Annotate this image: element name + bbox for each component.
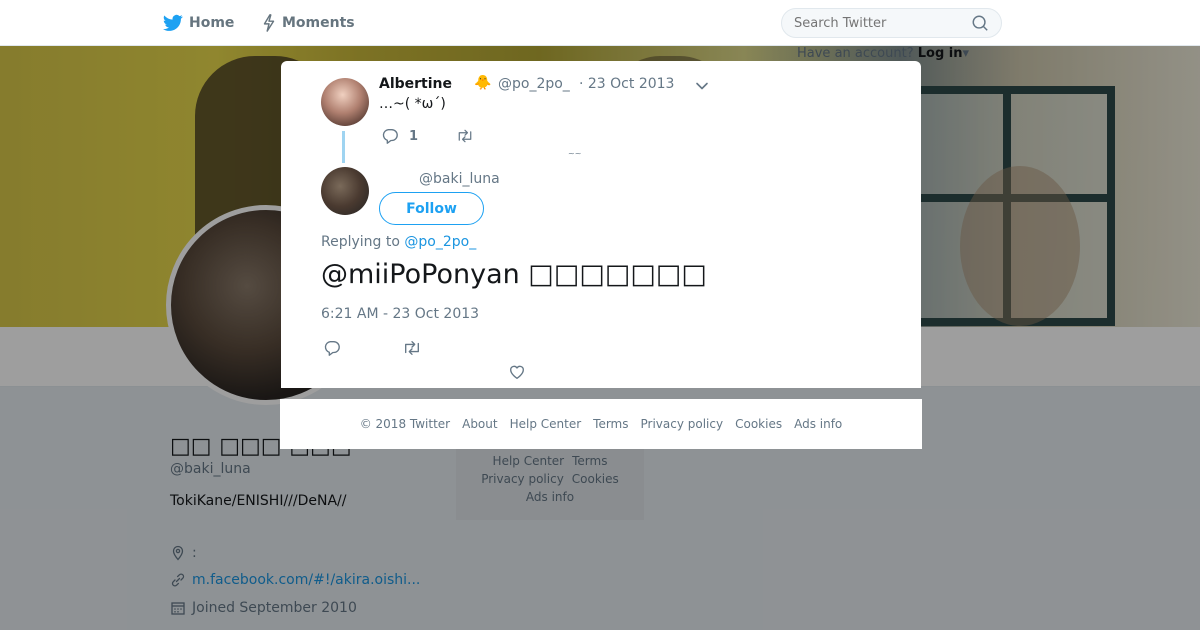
main-tweet-avatar[interactable]: [321, 167, 369, 215]
footer-terms[interactable]: Terms: [593, 417, 628, 431]
parent-reply-button[interactable]: 1: [381, 127, 418, 145]
nav-moments-label: Moments: [282, 15, 355, 31]
search-icon[interactable]: [971, 14, 989, 32]
parent-tweet-mark: ~~: [568, 149, 582, 158]
footer-about[interactable]: About: [462, 417, 497, 431]
chevron-down-icon[interactable]: [695, 79, 709, 93]
footer-ads-info[interactable]: Ads info: [794, 417, 842, 431]
modal-footer: © 2018 Twitter About Help Center Terms P…: [280, 399, 922, 449]
replying-to-label: Replying to: [321, 234, 400, 250]
replying-to-handle[interactable]: @po_2po_: [404, 234, 476, 250]
home-bird-icon: [163, 14, 183, 31]
retweet-icon[interactable]: [402, 339, 422, 357]
lightning-icon: [263, 14, 275, 32]
footer-cookies[interactable]: Cookies: [735, 417, 782, 431]
heart-icon[interactable]: [508, 363, 526, 381]
footer-copyright: © 2018 Twitter: [359, 417, 451, 431]
top-navigation-bar: Home Moments: [0, 0, 1200, 46]
nav-home[interactable]: Home: [163, 0, 234, 46]
tweet-modal: Albertine 🐥 @po_2po_ · 23 Oct 2013 …~( *…: [281, 61, 921, 388]
parent-tweet-date[interactable]: · 23 Oct 2013: [579, 76, 674, 92]
thread-connector-line: [342, 131, 345, 163]
reply-icon: [382, 129, 398, 144]
parent-tweet-text: …~( *ω´): [379, 96, 446, 112]
parent-tweet-author-emoji: 🐥: [474, 75, 492, 91]
reply-icon[interactable]: [323, 339, 341, 357]
close-icon[interactable]: [1154, 11, 1178, 35]
main-tweet-text: @miiPoPonyan □□□□□□□: [321, 259, 707, 290]
footer-help-center[interactable]: Help Center: [510, 417, 582, 431]
replying-to: Replying to @po_2po_: [321, 234, 476, 250]
parent-reply-count: 1: [409, 128, 419, 144]
parent-tweet-avatar[interactable]: [321, 78, 369, 126]
parent-tweet-author-name[interactable]: Albertine: [379, 76, 452, 92]
parent-tweet-actions: 1: [381, 127, 474, 145]
parent-tweet-author-handle[interactable]: @po_2po_: [498, 76, 570, 92]
follow-button[interactable]: Follow: [379, 192, 484, 225]
main-tweet-timestamp[interactable]: 6:21 AM - 23 Oct 2013: [321, 306, 479, 322]
nav-moments[interactable]: Moments: [262, 0, 355, 46]
nav-home-label: Home: [189, 15, 235, 31]
search-box[interactable]: [781, 8, 1002, 38]
retweet-icon: [458, 129, 472, 143]
parent-retweet-button[interactable]: [456, 127, 474, 145]
search-input[interactable]: [794, 15, 971, 31]
main-tweet-author-handle[interactable]: @baki_luna: [419, 171, 500, 187]
footer-privacy[interactable]: Privacy policy: [641, 417, 724, 431]
